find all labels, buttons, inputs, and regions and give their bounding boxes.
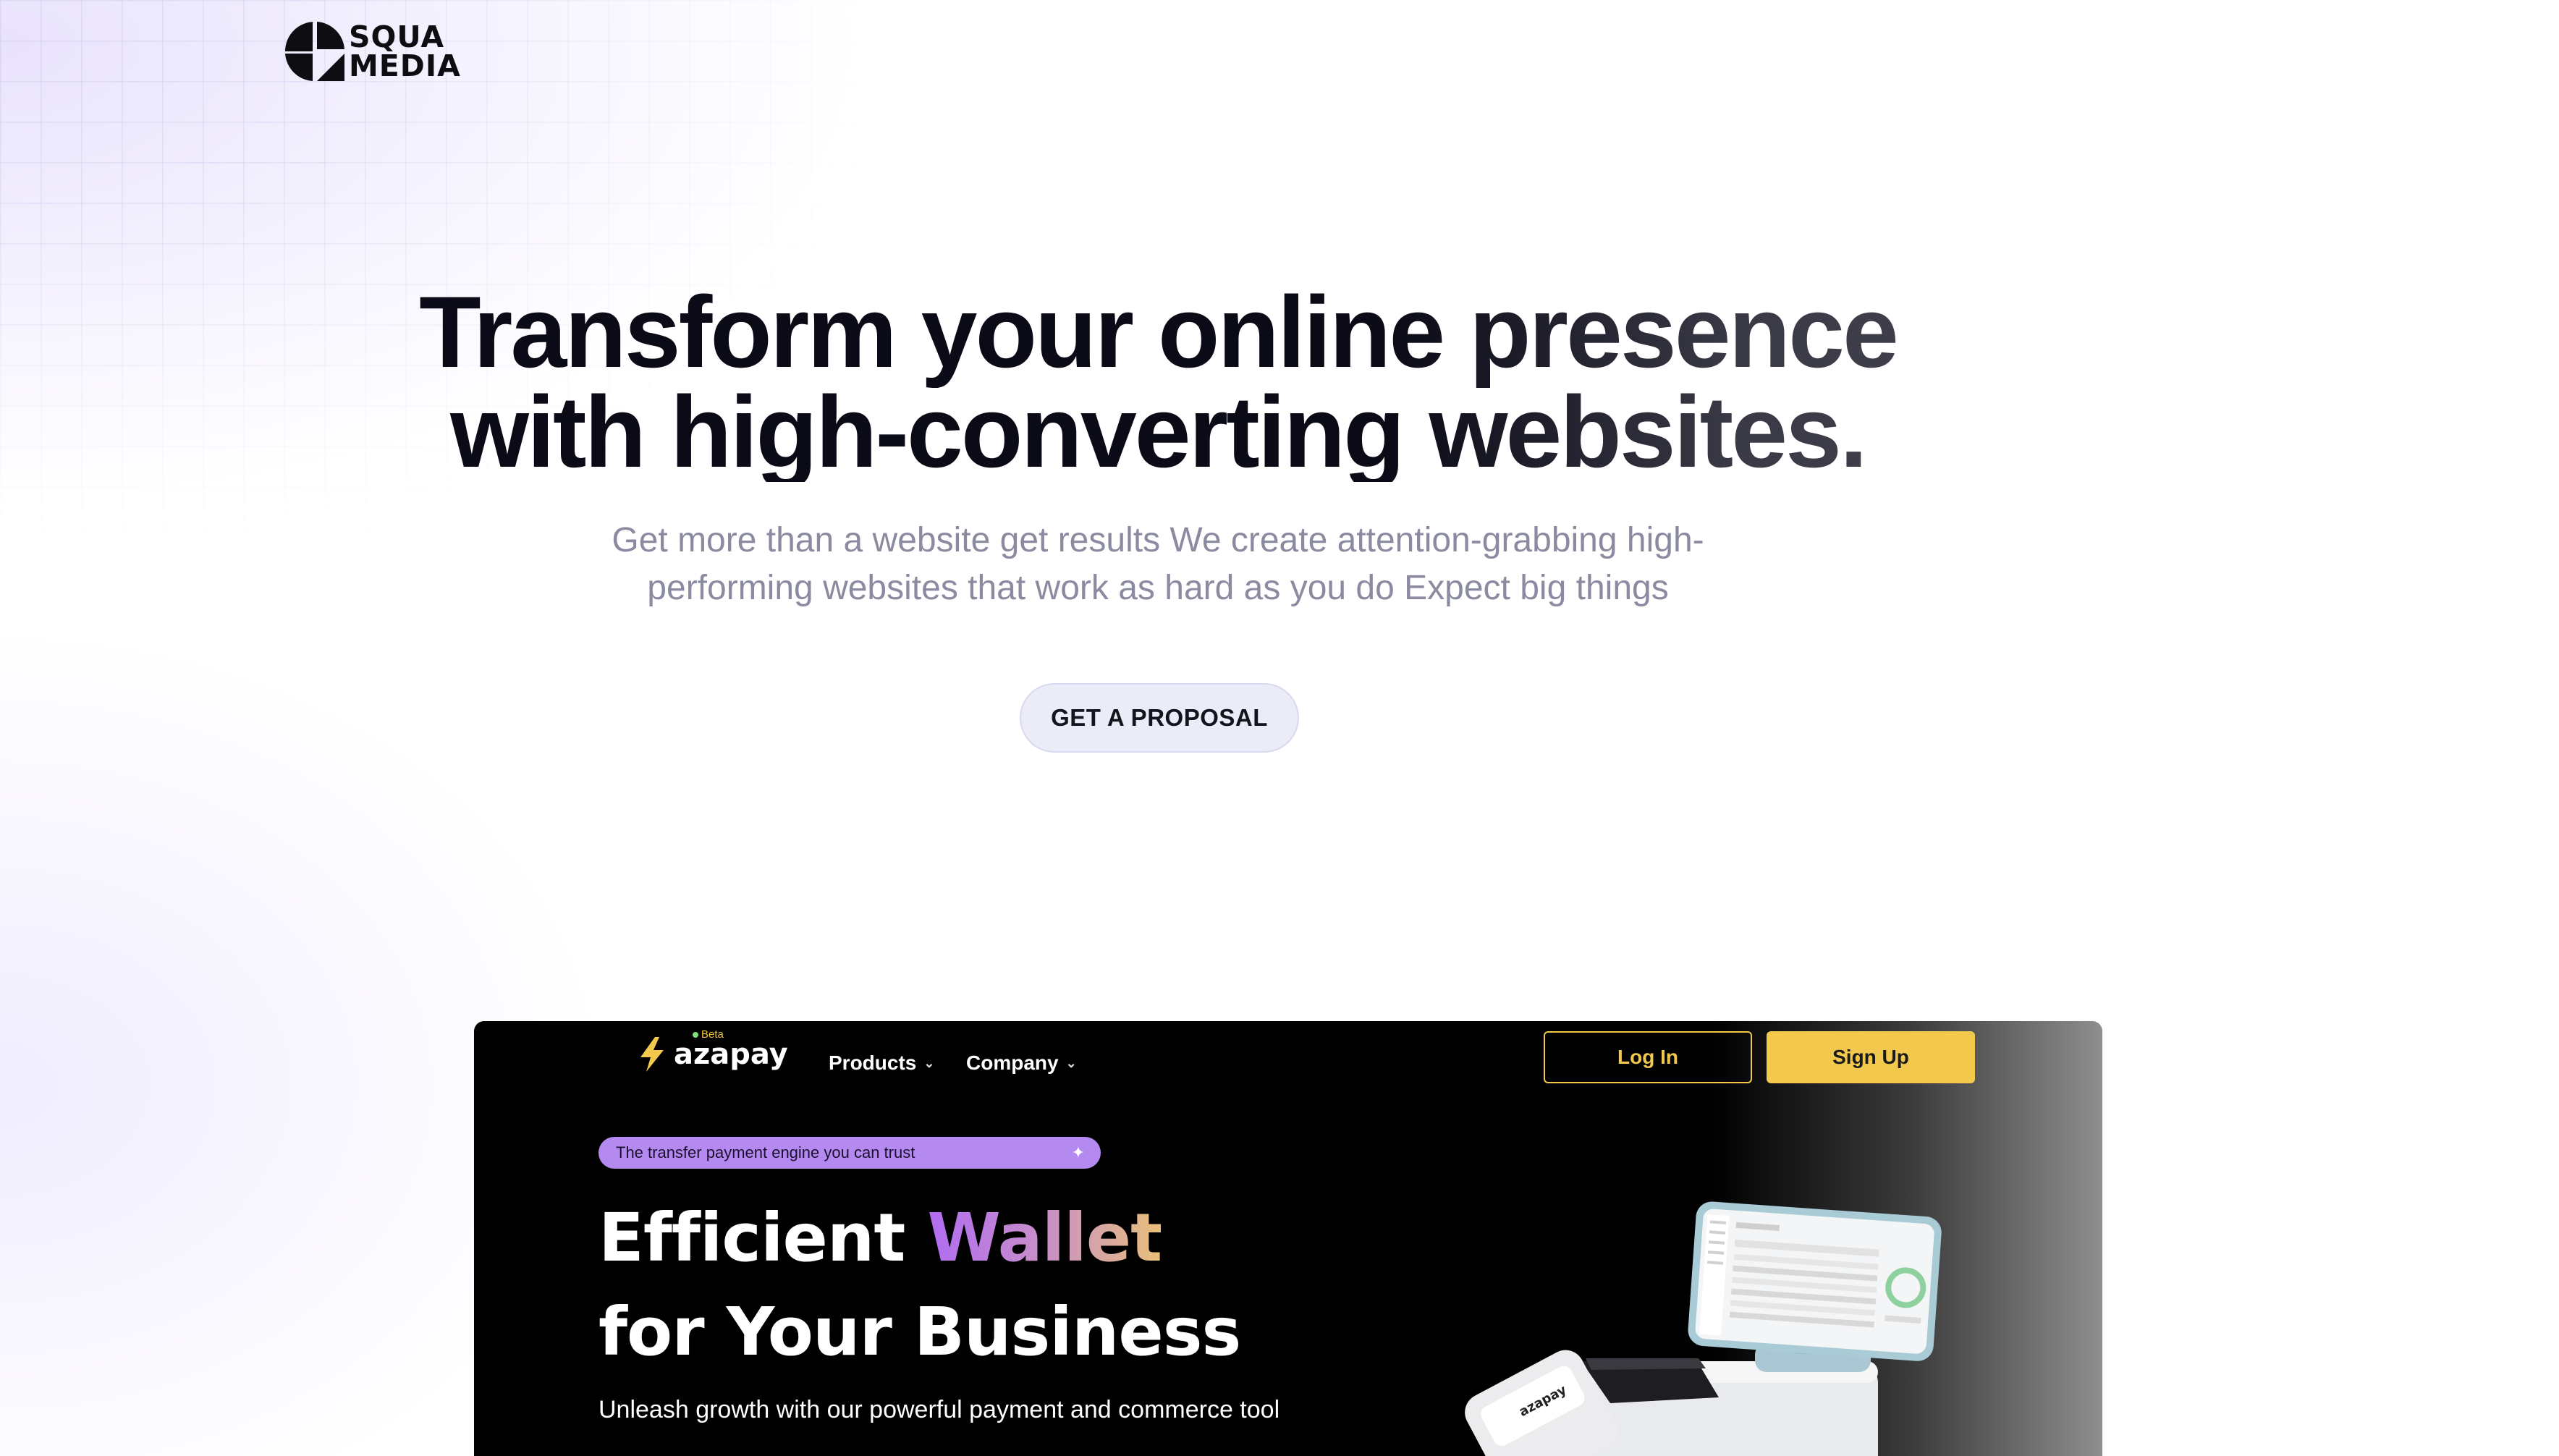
hero-subtitle: Get more than a website get results We c…	[0, 517, 2316, 612]
hero-title-line-1: Transform your online presence	[419, 275, 1897, 389]
login-button[interactable]: Log In	[1544, 1031, 1752, 1083]
nav-products-label: Products	[829, 1051, 917, 1074]
site-logo[interactable]: SQUA MEDIA	[285, 22, 461, 81]
headline-word-wallet: Wallet	[927, 1199, 1162, 1277]
portfolio-preview: Beta azapay Products ⌄ Company ⌄ Log In …	[474, 1021, 2102, 1456]
get-proposal-button[interactable]: GET A PROPOSAL	[1020, 683, 1299, 753]
hero-title-line-2: with high-converting websites.	[450, 375, 1866, 488]
nav-company[interactable]: Company ⌄	[966, 1051, 1077, 1075]
signup-button[interactable]: Sign Up	[1767, 1031, 1975, 1083]
tagline-text: The transfer payment engine you can trus…	[616, 1143, 915, 1161]
azapay-brand-name: azapay	[674, 1038, 788, 1071]
hero-subtitle-line-1: Get more than a website get results We c…	[612, 521, 1704, 559]
nav-products[interactable]: Products ⌄	[829, 1051, 934, 1075]
preview-headline-line-2: for Your Business	[598, 1293, 1241, 1371]
chevron-down-icon: ⌄	[1065, 1055, 1077, 1070]
hero-title: Transform your online presence with high…	[0, 282, 2316, 482]
squa-media-logo-icon	[285, 22, 344, 81]
hero-subtitle-line-2: performing websites that work as hard as…	[647, 569, 1669, 607]
tagline-pill: The transfer payment engine you can trus…	[598, 1137, 1101, 1169]
logo-line-2: MEDIA	[349, 48, 461, 83]
azapay-bolt-icon	[640, 1037, 664, 1072]
chevron-down-icon: ⌄	[923, 1055, 935, 1070]
headline-word-efficient: Efficient	[598, 1199, 905, 1277]
preview-headline-line-1: Efficient Wallet	[598, 1202, 1162, 1274]
logo-wordmark: SQUA MEDIA	[349, 20, 461, 83]
preview-subheadline: Unleash growth with our powerful payment…	[598, 1396, 1280, 1423]
pos-terminal-illustration: azapay	[1465, 1201, 1942, 1456]
logo-line-1: SQUA	[349, 20, 445, 54]
azapay-logo[interactable]: azapay	[638, 1037, 788, 1072]
nav-company-label: Company	[966, 1051, 1059, 1074]
sparkle-icon: ✦	[1071, 1143, 1085, 1161]
landing-page: SQUA MEDIA Transform your online presenc…	[0, 0, 2559, 1456]
